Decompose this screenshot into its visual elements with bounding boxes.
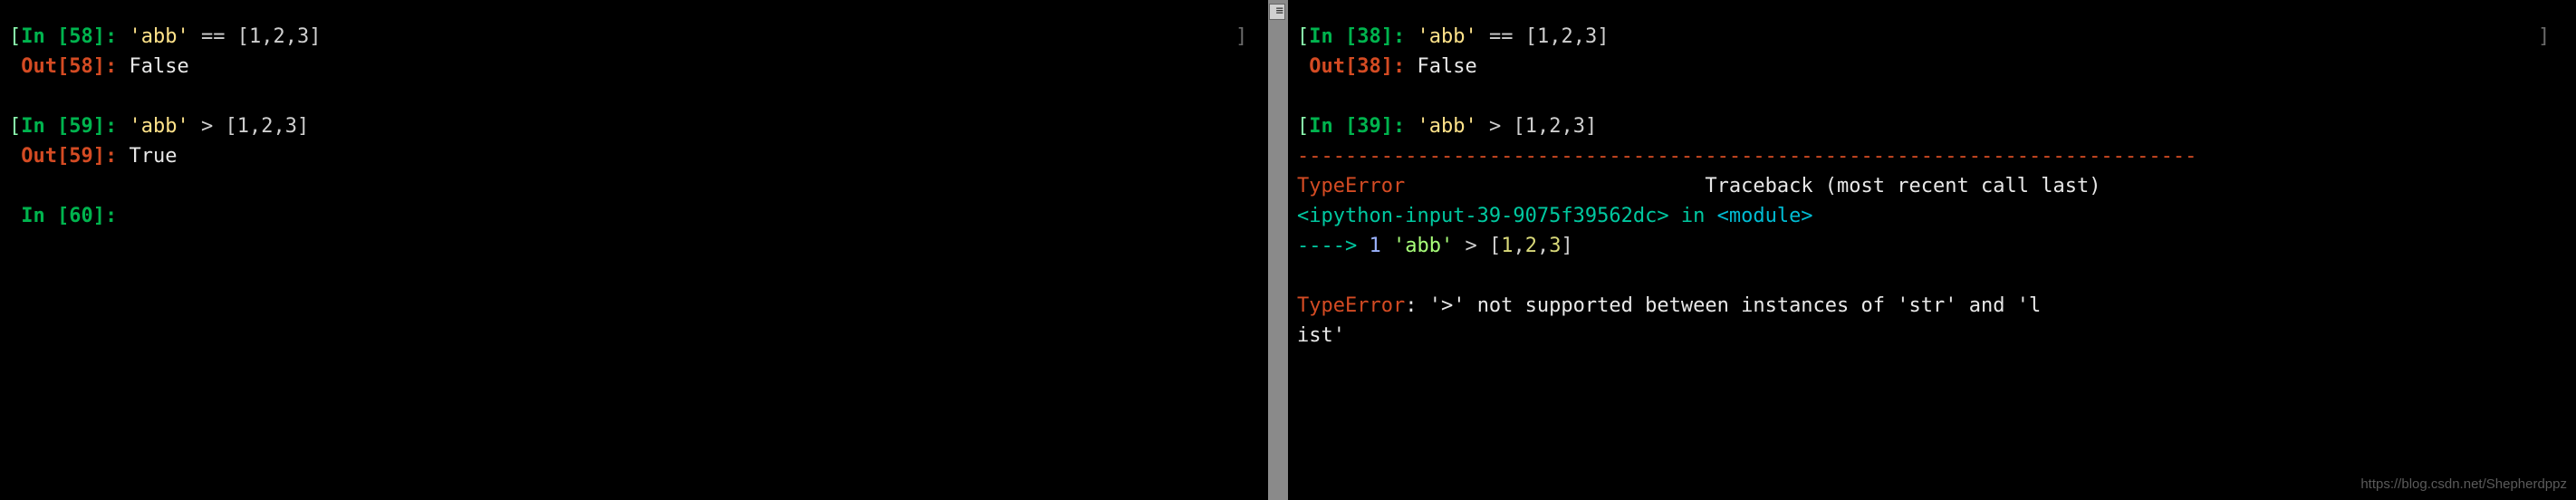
- out-number: 38: [1357, 55, 1381, 78]
- pane-decoration-bracket: ]: [2538, 22, 2550, 52]
- code-operator: >: [1489, 115, 1501, 138]
- error-message: TypeError: '>' not supported between ins…: [1297, 291, 2567, 321]
- watermark-text: https://blog.csdn.net/Shepherdppz: [2360, 475, 2567, 495]
- input-line: [In [38]: 'abb' == [1,2,3]: [1297, 22, 2567, 52]
- code-string: 'abb': [129, 25, 188, 48]
- out-number: 59: [69, 145, 93, 168]
- error-header: TypeError Traceback (most recent call la…: [1297, 171, 2567, 201]
- code-list: [1,2,3]: [1525, 25, 1610, 48]
- input-prompt[interactable]: In [60]:: [9, 201, 1259, 231]
- code-string: 'abb': [1417, 25, 1476, 48]
- code-string: 'abb': [129, 115, 188, 138]
- code-list: [1,2,3]: [237, 25, 322, 48]
- code-operator: ==: [201, 25, 226, 48]
- code-operator: >: [201, 115, 213, 138]
- in-number: 58: [69, 25, 93, 48]
- error-message-continued: ist': [1297, 321, 2567, 351]
- code-list: [1,2,3]: [225, 115, 309, 138]
- error-divider: ----------------------------------------…: [1297, 141, 2567, 171]
- in-number: 60: [69, 205, 93, 227]
- pane-divider[interactable]: [1268, 0, 1288, 500]
- in-number: 38: [1357, 25, 1381, 48]
- output-line: Out[38]: False: [1297, 52, 2567, 82]
- terminal-right[interactable]: ] [In [38]: 'abb' == [1,2,3] Out[38]: Fa…: [1288, 0, 2576, 500]
- output-value: True: [129, 145, 177, 168]
- pane-decoration-bracket: ]: [1235, 22, 1247, 52]
- code-list: [1,2,3]: [1513, 115, 1597, 138]
- code-string: 'abb': [1417, 115, 1476, 138]
- terminal-left[interactable]: ] [In [58]: 'abb' == [1,2,3] Out[58]: Fa…: [0, 0, 1268, 500]
- input-line: [In [59]: 'abb' > [1,2,3]: [9, 111, 1259, 141]
- in-number: 59: [69, 115, 93, 138]
- input-line: [In [58]: 'abb' == [1,2,3]: [9, 22, 1259, 52]
- error-source: <ipython-input-39-9075f39562dc> in <modu…: [1297, 201, 2567, 231]
- output-value: False: [129, 55, 188, 78]
- in-number: 39: [1357, 115, 1381, 138]
- input-line: [In [39]: 'abb' > [1,2,3]: [1297, 111, 2567, 141]
- output-line: Out[58]: False: [9, 52, 1259, 82]
- output-line: Out[59]: True: [9, 141, 1259, 171]
- output-value: False: [1417, 55, 1476, 78]
- error-code-line: ----> 1 'abb' > [1,2,3]: [1297, 231, 2567, 261]
- code-operator: ==: [1489, 25, 1514, 48]
- out-number: 58: [69, 55, 93, 78]
